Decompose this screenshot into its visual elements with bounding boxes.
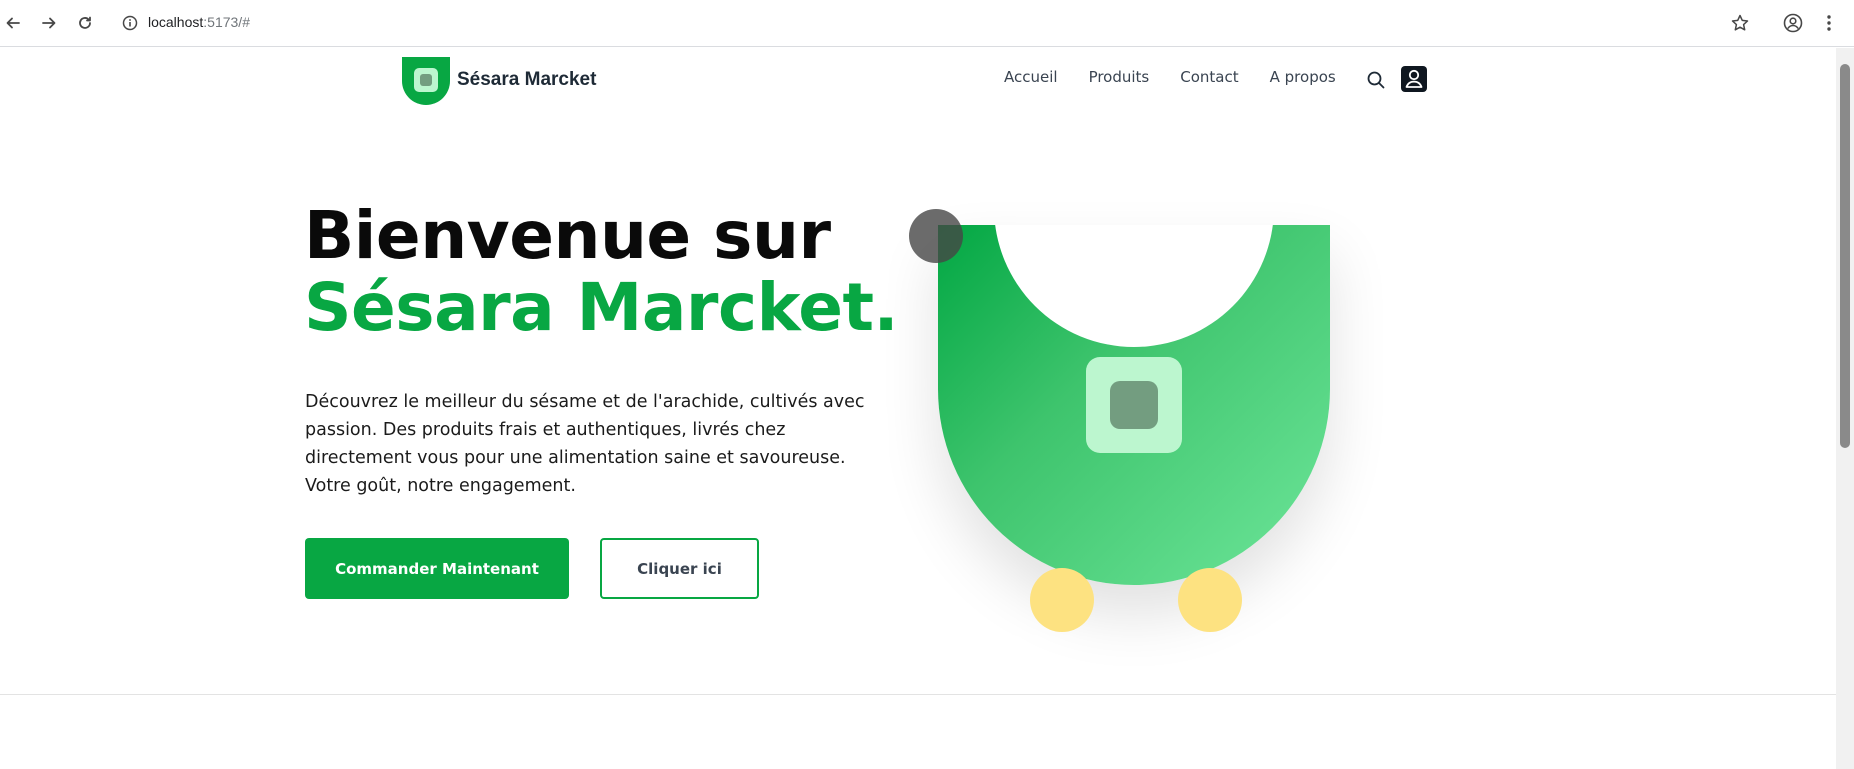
star-icon[interactable]: [1730, 13, 1750, 33]
url-rest: :5173/#: [203, 14, 250, 30]
info-icon[interactable]: [122, 15, 138, 31]
illustration-wheel-right: [1178, 568, 1242, 632]
illustration-dark-dot: [909, 209, 963, 263]
logo-icon[interactable]: [402, 57, 450, 105]
site-header: Sésara Marcket Accueil Produits Contact …: [0, 48, 1836, 116]
section-divider: [0, 694, 1836, 695]
url-text[interactable]: localhost:5173/#: [148, 14, 250, 30]
forward-icon[interactable]: [36, 10, 62, 36]
scrollbar-thumb[interactable]: [1840, 64, 1850, 448]
back-icon[interactable]: [0, 10, 26, 36]
hero-illustration: [900, 200, 1360, 650]
page-scrollbar[interactable]: [1836, 48, 1854, 769]
main-nav: Accueil Produits Contact A propos: [1004, 68, 1336, 86]
address-bar[interactable]: localhost:5173/#: [112, 6, 1762, 40]
brand-name[interactable]: Sésara Marcket: [457, 69, 596, 91]
nav-link-produits[interactable]: Produits: [1089, 68, 1150, 86]
order-now-button[interactable]: Commander Maintenant: [305, 538, 569, 599]
illustration-notch: [994, 225, 1274, 347]
user-icon[interactable]: [1401, 66, 1427, 92]
menu-icon[interactable]: [1818, 12, 1840, 34]
click-here-button[interactable]: Cliquer ici: [600, 538, 759, 599]
nav-link-contact[interactable]: Contact: [1180, 68, 1238, 86]
url-host: localhost: [148, 14, 204, 30]
browser-toolbar: localhost:5173/#: [0, 0, 1854, 47]
hero-title: Bienvenue sur Sésara Marcket.: [304, 197, 899, 346]
illustration-core-square: [1110, 381, 1158, 429]
illustration-wheel-left: [1030, 568, 1094, 632]
nav-link-a-propos[interactable]: A propos: [1270, 68, 1336, 86]
profile-icon[interactable]: [1782, 12, 1804, 34]
nav-link-accueil[interactable]: Accueil: [1004, 68, 1058, 86]
hero-title-brand: Sésara Marcket.: [304, 269, 899, 346]
hero-title-line1: Bienvenue sur: [304, 197, 831, 274]
search-icon[interactable]: [1366, 70, 1386, 90]
hero-description: Découvrez le meilleur du sésame et de l'…: [305, 392, 865, 496]
reload-icon[interactable]: [72, 10, 98, 36]
